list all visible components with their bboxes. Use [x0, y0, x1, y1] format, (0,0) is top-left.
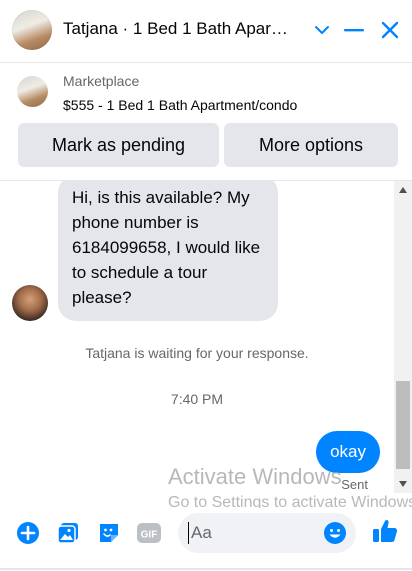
scroll-up-icon[interactable] [398, 185, 408, 195]
minimize-icon[interactable] [340, 16, 368, 44]
message-list: Hi, is this available? My phone number i… [0, 181, 412, 493]
message-status: Sent [341, 477, 368, 492]
listing-title[interactable]: $555 - 1 Bed 1 Bath Apartment/condo [63, 97, 297, 113]
scrollbar-thumb[interactable] [396, 381, 410, 469]
contact-avatar[interactable] [12, 10, 52, 50]
text-caret [188, 522, 189, 544]
more-options-button[interactable]: More options [224, 123, 398, 167]
scrollbar[interactable] [394, 181, 412, 493]
chat-title[interactable]: Tatjana · 1 Bed 1 Bath Apar… [63, 19, 303, 39]
sender-avatar[interactable] [12, 285, 48, 321]
marketplace-label: Marketplace [63, 73, 140, 89]
photo-icon[interactable] [55, 520, 81, 546]
bottom-border [0, 568, 412, 570]
chat-window: Tatjana · 1 Bed 1 Bath Apar… Marketplace… [0, 0, 412, 571]
chevron-down-icon[interactable] [308, 16, 336, 44]
close-icon[interactable] [376, 16, 404, 44]
message-timestamp: 7:40 PM [170, 391, 224, 407]
gif-icon[interactable]: GIF [136, 520, 162, 546]
like-icon[interactable] [370, 516, 400, 546]
sticker-icon[interactable] [96, 520, 122, 546]
svg-text:GIF: GIF [141, 530, 158, 541]
mark-as-pending-button[interactable]: Mark as pending [18, 123, 219, 167]
waiting-notice: Tatjana is waiting for your response. [85, 345, 309, 361]
emoji-icon[interactable] [322, 520, 348, 546]
marketplace-panel: Marketplace $555 - 1 Bed 1 Bath Apartmen… [0, 63, 412, 181]
listing-thumbnail[interactable] [17, 76, 48, 107]
chat-header: Tatjana · 1 Bed 1 Bath Apar… [0, 0, 412, 63]
add-icon[interactable] [15, 520, 41, 546]
composer: GIF Aa [0, 508, 412, 570]
outgoing-message: okay [316, 431, 380, 473]
message-input-placeholder: Aa [191, 523, 212, 542]
scroll-down-icon[interactable] [398, 479, 408, 489]
incoming-message: Hi, is this available? My phone number i… [58, 181, 278, 321]
